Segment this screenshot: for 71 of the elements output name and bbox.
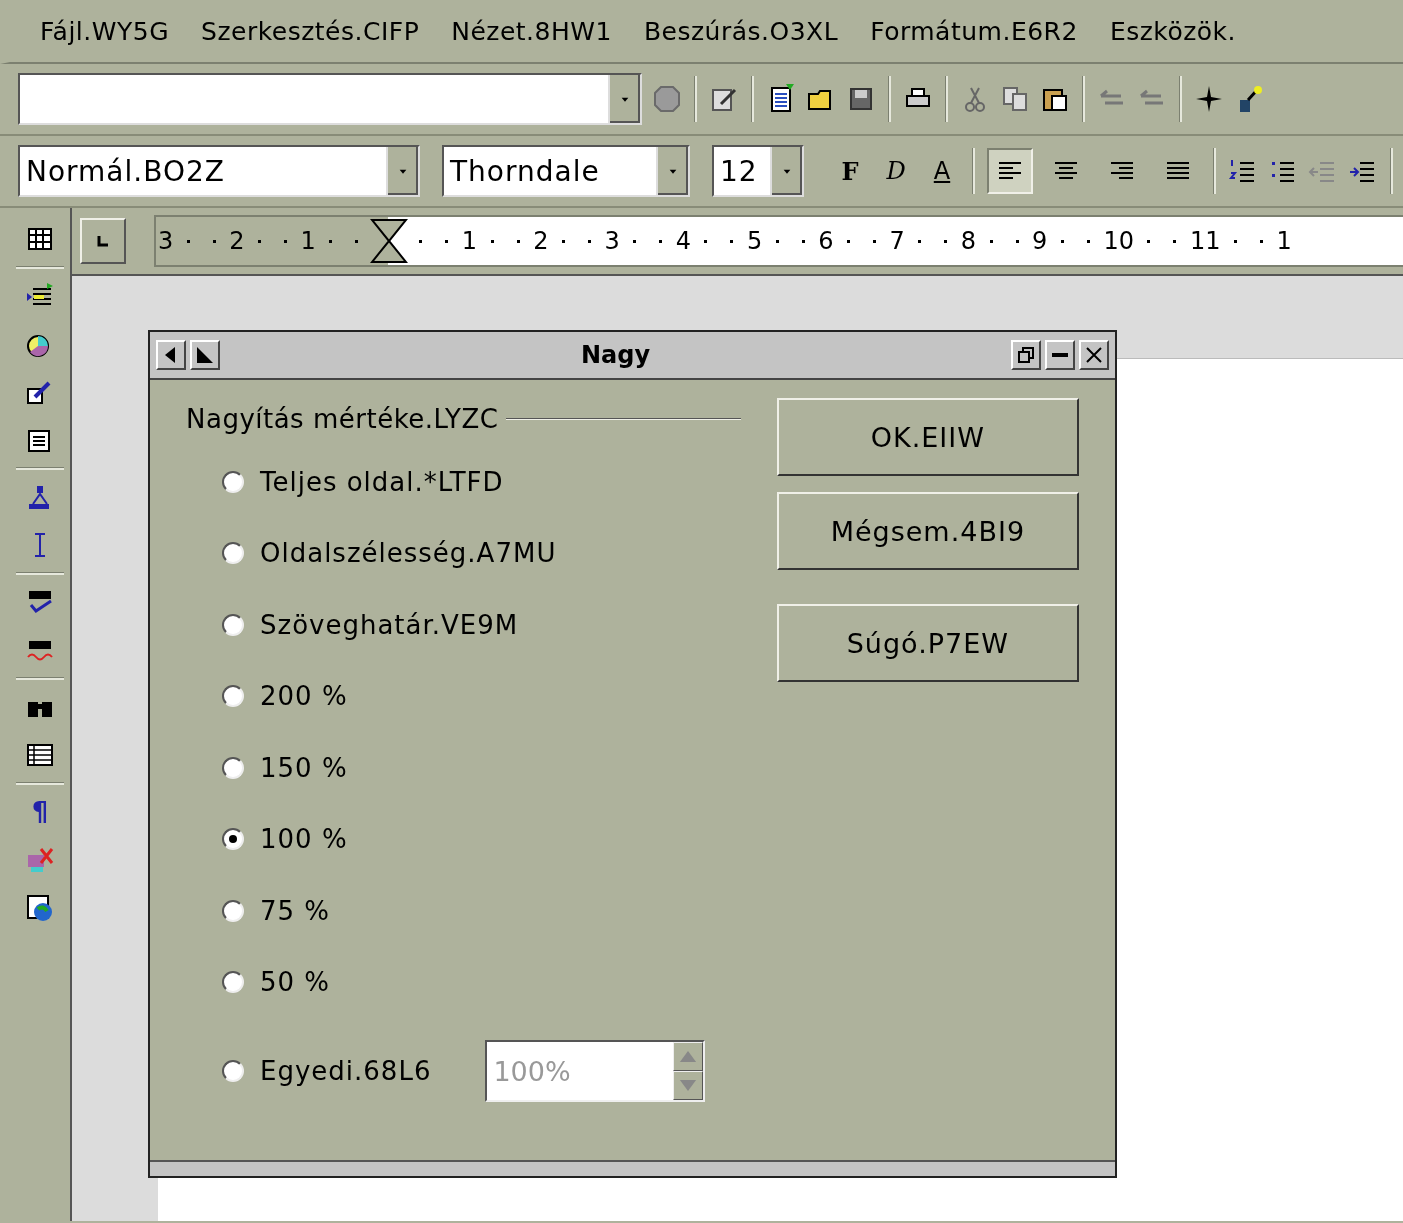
radio-button[interactable]: [222, 1060, 244, 1082]
ruler-number: 2: [228, 226, 246, 257]
zoom-option[interactable]: Oldalszélesség.A7MU: [222, 517, 557, 589]
zoom-option[interactable]: 50 %: [222, 946, 331, 1018]
zoom-option[interactable]: Teljes oldal.*LTFD: [222, 446, 504, 518]
ruler-number: 6: [817, 226, 835, 257]
menu-item[interactable]: Szerkesztés.CIFP: [189, 16, 440, 46]
ruler-number: 11: [1188, 226, 1222, 257]
url-field[interactable]: [18, 73, 642, 125]
ruler-number: 10: [1102, 226, 1135, 257]
dialog-title: Nagy: [579, 341, 652, 369]
zoom-option[interactable]: Szöveghatár.VE9M: [222, 589, 519, 661]
ruler-number: 1: [1275, 226, 1293, 257]
spin-down-icon[interactable]: [673, 1071, 704, 1100]
triangle-icon: [195, 345, 215, 365]
zoom-option[interactable]: 200 %: [222, 660, 348, 732]
group-label: Nagyítás mértéke.LYZC: [186, 404, 499, 434]
zoom-option[interactable]: Egyedi.68L6: [222, 1036, 432, 1106]
radio-button[interactable]: [222, 756, 244, 779]
zoom-option[interactable]: 100 %: [222, 803, 348, 875]
tab-stop-button[interactable]: [80, 218, 126, 264]
dialog-button[interactable]: OK.EIIW: [776, 398, 1079, 476]
menu-item[interactable]: Formátum.E6R2: [858, 16, 1098, 46]
copy-icon[interactable]: [1000, 84, 1030, 114]
menu-item[interactable]: Fájl.WY5G: [28, 16, 189, 46]
style-dropdown[interactable]: Normál.BO2Z: [18, 145, 420, 197]
ruler-number: 3: [157, 226, 175, 257]
ruler-number: 1: [299, 226, 317, 257]
menu-item[interactable]: Eszközök.: [1097, 16, 1257, 46]
radio-button[interactable]: [222, 899, 244, 922]
spin-up-icon[interactable]: [673, 1042, 704, 1071]
dialog-button[interactable]: Mégsem.4BI9: [776, 492, 1079, 570]
zoom-option[interactable]: 150 %: [222, 732, 348, 804]
zoom-option[interactable]: 75 %: [222, 875, 331, 947]
ruler-number: 5: [745, 226, 764, 257]
ruler-number: 8: [959, 226, 978, 257]
ruler-number: 4: [674, 226, 692, 257]
stop-icon[interactable]: [652, 84, 682, 114]
ruler-number: 3: [603, 226, 621, 257]
left-arrow-button[interactable]: [156, 340, 186, 370]
minimize-icon: [1052, 353, 1068, 357]
font-dropdown[interactable]: Thorndale: [442, 145, 690, 197]
radio-button[interactable]: [222, 613, 244, 636]
align-left-button[interactable]: [987, 148, 1033, 194]
corner-button[interactable]: [190, 340, 220, 370]
restore-icon: [1016, 345, 1036, 365]
radio-button[interactable]: [222, 685, 244, 708]
ruler-number: 2: [532, 226, 550, 257]
italic-button[interactable]: D: [878, 157, 914, 185]
radio-button[interactable]: [222, 971, 244, 994]
bold-button[interactable]: F: [832, 156, 868, 186]
menu-item[interactable]: Beszúrás.O3XL: [631, 16, 859, 46]
ruler-number: 9: [1031, 226, 1049, 257]
minimize-button[interactable]: [1045, 340, 1075, 370]
tab-stop-icon: [95, 233, 111, 249]
radio-button[interactable]: [222, 470, 244, 493]
indent-marker[interactable]: [369, 218, 408, 264]
ruler-number: 1: [460, 226, 479, 257]
underline-button[interactable]: A: [924, 157, 960, 185]
close-icon: [1084, 345, 1104, 365]
dialog-button[interactable]: Súgó.P7EW: [776, 604, 1079, 682]
radio-button[interactable]: [222, 542, 244, 565]
radio-button[interactable]: [222, 828, 244, 851]
hide-graphics-icon[interactable]: [25, 845, 55, 875]
menu-item[interactable]: Nézet.8HW1: [439, 16, 632, 46]
globe-icon[interactable]: [25, 893, 55, 923]
ruler-number: 7: [888, 226, 906, 257]
restore-button[interactable]: [1011, 340, 1041, 370]
formatting-marks-toggle[interactable]: ¶: [31, 797, 49, 827]
size-dropdown[interactable]: 12: [712, 145, 804, 197]
close-button[interactable]: [1079, 340, 1109, 370]
